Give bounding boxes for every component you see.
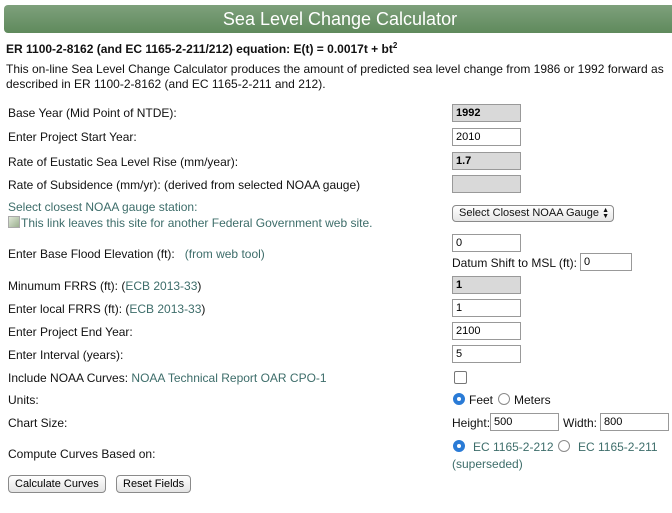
start-year-field[interactable] xyxy=(452,128,521,146)
end-year-field[interactable] xyxy=(452,322,521,340)
interval-label: Enter Interval (years): xyxy=(8,348,124,362)
header-banner: Sea Level Change Calculator xyxy=(0,0,672,35)
noaa-curves-checkbox[interactable] xyxy=(454,371,467,384)
description-text: This on-line Sea Level Change Calculator… xyxy=(6,62,664,91)
local-frrs-ecb-link[interactable]: ECB 2013-33 xyxy=(129,302,201,316)
local-frrs-field[interactable] xyxy=(452,299,521,317)
end-year-label: Enter Project End Year: xyxy=(8,325,133,339)
equation-text: ER 1100-2-8162 (and EC 1165-2-211/212) e… xyxy=(6,42,393,56)
chart-width-label: Width: xyxy=(563,416,598,430)
noaa-curves-text: Include NOAA Curves: xyxy=(8,371,129,385)
ec-211-radio[interactable] xyxy=(558,440,570,452)
base-year-field[interactable] xyxy=(452,104,521,122)
equation-heading: ER 1100-2-8162 (and EC 1165-2-211/212) e… xyxy=(6,41,397,56)
datum-shift-label: Datum Shift to MSL (ft): xyxy=(452,256,577,270)
interval-field[interactable] xyxy=(452,345,521,363)
min-frrs-label: Minumum FRRS (ft): (ECB 2013-33) xyxy=(8,279,201,293)
flood-elevation-label: Enter Base Flood Elevation (ft): (from w… xyxy=(8,247,265,261)
superseded-note: (superseded) xyxy=(452,457,523,471)
compute-curves-label: Compute Curves Based on: xyxy=(8,447,156,461)
local-frrs-label: Enter local FRRS (ft): (ECB 2013-33) xyxy=(8,302,205,316)
chart-height-label: Height: xyxy=(452,416,491,430)
page-title: Sea Level Change Calculator xyxy=(222,9,458,29)
external-link[interactable]: This link leaves this site for another F… xyxy=(8,216,373,230)
eustatic-rate-field[interactable] xyxy=(452,152,521,170)
chart-height-field[interactable] xyxy=(490,413,559,431)
chart-width-field[interactable] xyxy=(600,413,669,431)
ec-211-label: EC 1165-2-211 xyxy=(578,440,658,454)
min-frrs-field[interactable] xyxy=(452,276,521,294)
local-frrs-text: Enter local FRRS (ft): ( xyxy=(8,302,130,316)
gauge-select[interactable]: Select Closest NOAA Gauge ▲ ▼ xyxy=(452,205,614,222)
external-link-icon xyxy=(8,216,20,228)
min-frrs-text: Minumum FRRS (ft): ( xyxy=(8,279,126,293)
equation-exponent: 2 xyxy=(392,41,398,50)
calculate-curves-button[interactable]: Calculate Curves xyxy=(8,475,106,493)
noaa-report-link[interactable]: NOAA Technical Report OAR CPO-1 xyxy=(131,371,326,385)
base-year-label: Base Year (Mid Point of NTDE): xyxy=(8,106,177,120)
units-meters-radio[interactable] xyxy=(498,393,510,405)
units-label: Units: xyxy=(8,393,39,407)
units-feet-label: Feet xyxy=(469,393,494,407)
ec-212-label: EC 1165-2-212 xyxy=(473,440,554,454)
web-tool-link[interactable]: (from web tool) xyxy=(185,247,265,261)
min-frrs-close: ) xyxy=(197,279,202,293)
units-meters-label: Meters xyxy=(514,393,551,407)
start-year-label: Enter Project Start Year: xyxy=(8,130,137,144)
datum-shift-field[interactable] xyxy=(580,253,632,271)
min-frrs-ecb-link[interactable]: ECB 2013-33 xyxy=(125,279,197,293)
ec-212-radio[interactable] xyxy=(453,440,465,452)
noaa-curves-label: Include NOAA Curves: NOAA Technical Repo… xyxy=(8,371,327,385)
units-feet-radio[interactable] xyxy=(453,393,465,405)
reset-fields-button[interactable]: Reset Fields xyxy=(116,475,192,493)
gauge-select-value: Select Closest NOAA Gauge xyxy=(459,207,600,219)
external-link-text: This link leaves this site for another F… xyxy=(21,216,373,230)
flood-elevation-field[interactable] xyxy=(452,234,521,252)
subsidence-label: Rate of Subsidence (mm/yr): (derived fro… xyxy=(8,178,361,192)
chart-size-label: Chart Size: xyxy=(8,416,68,430)
local-frrs-close: ) xyxy=(201,302,206,316)
eustatic-rate-label: Rate of Eustatic Sea Level Rise (mm/year… xyxy=(8,155,239,169)
flood-elevation-text: Enter Base Flood Elevation (ft): xyxy=(8,247,175,261)
select-arrows-icon: ▲ ▼ xyxy=(602,207,609,220)
subsidence-field[interactable] xyxy=(452,175,521,193)
gauge-station-label: Select closest NOAA gauge station: xyxy=(8,200,198,214)
